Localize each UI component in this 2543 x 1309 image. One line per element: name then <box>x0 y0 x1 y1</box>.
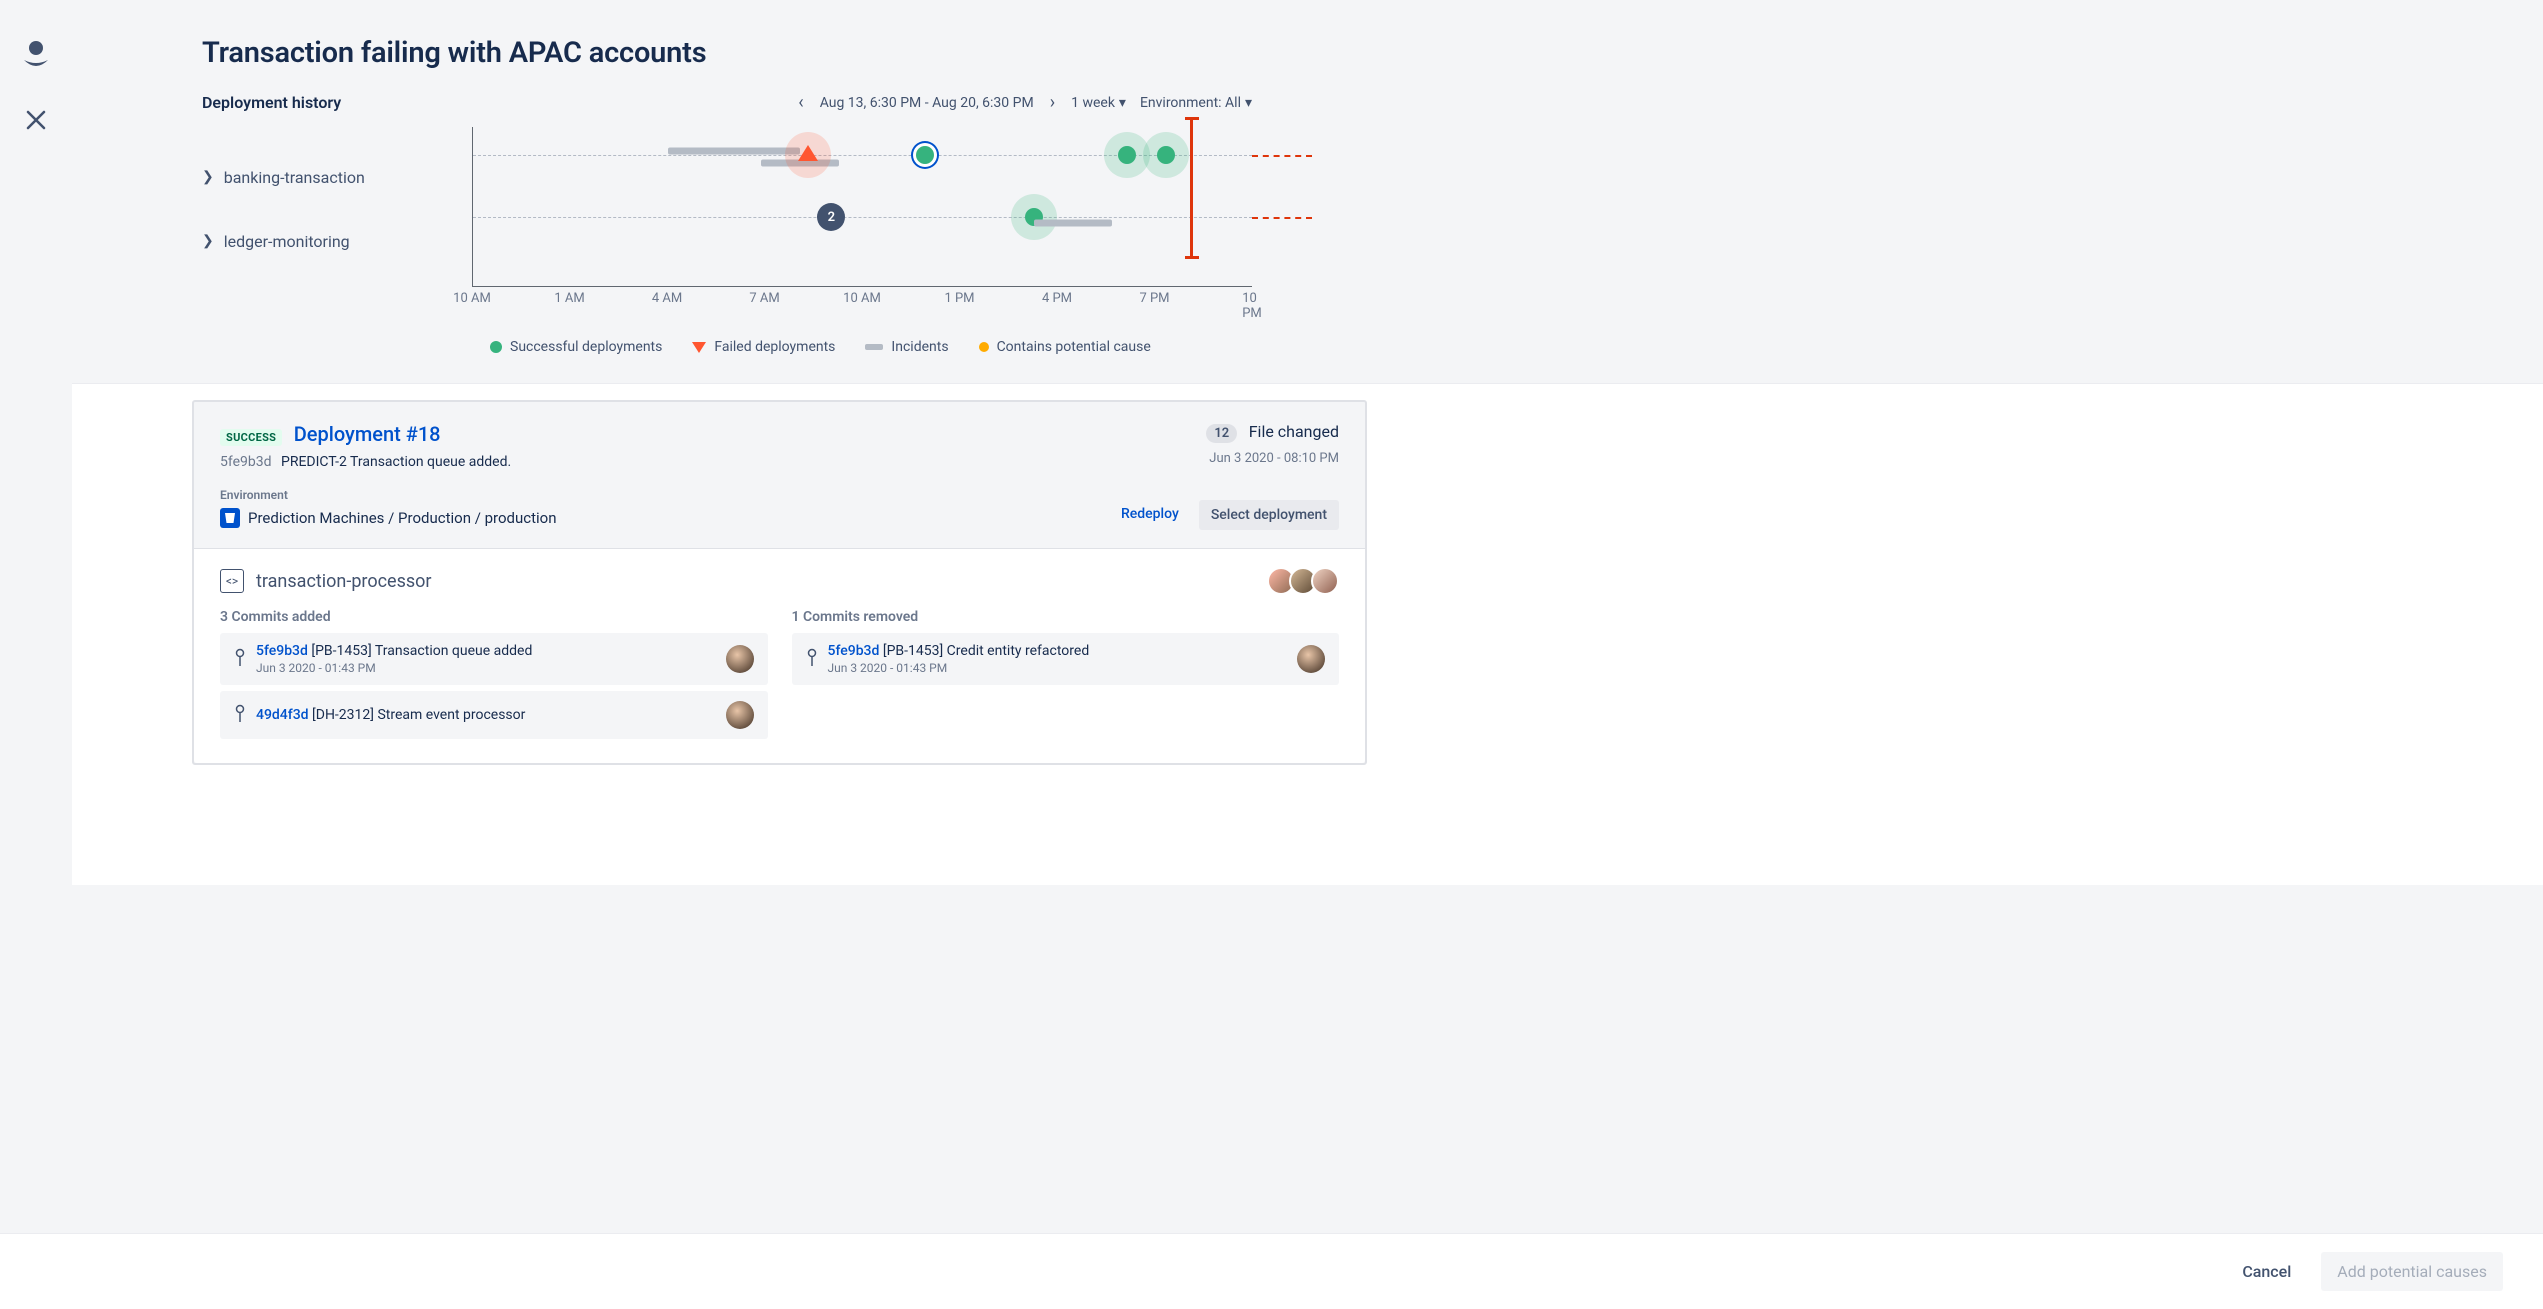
commit-row[interactable]: 5fe9b3d [PB-1453] Credit entity refactor… <box>792 633 1340 685</box>
commit-sha: 5fe9b3d <box>220 454 272 470</box>
repo-name[interactable]: transaction-processor <box>256 571 432 592</box>
deployment-timestamp: Jun 3 2020 - 08:10 PM <box>1111 451 1339 466</box>
chart-legend: Successful deployments Failed deployment… <box>490 339 1252 383</box>
deployment-marker[interactable] <box>1157 146 1175 164</box>
incident-bar-icon <box>865 344 883 350</box>
contributor-avatars[interactable] <box>1273 567 1339 595</box>
avatar <box>726 701 754 729</box>
deployment-cluster-count[interactable]: 2 <box>817 203 845 231</box>
redeploy-button[interactable]: Redeploy <box>1111 500 1189 530</box>
failed-triangle-icon <box>692 342 706 353</box>
select-deployment-button[interactable]: Select deployment <box>1199 500 1339 530</box>
avatar <box>1297 645 1325 673</box>
series-row-ledger[interactable]: ❯ ledger-monitoring <box>202 209 472 273</box>
commit-row[interactable]: 49d4f3d [DH-2312] Stream event processor <box>220 691 768 739</box>
environment-breadcrumb[interactable]: Prediction Machines / Production / produ… <box>248 509 557 527</box>
series-row-banking[interactable]: ❯ banking-transaction <box>202 145 472 209</box>
date-range[interactable]: Aug 13, 6:30 PM - Aug 20, 6:30 PM <box>820 95 1034 111</box>
files-changed-label: File changed <box>1249 422 1339 441</box>
commits-added-title: 3 Commits added <box>220 609 768 625</box>
failed-deployment-marker[interactable] <box>798 145 818 165</box>
chevron-right-icon: ❯ <box>202 169 214 185</box>
incident-bar[interactable] <box>668 148 800 155</box>
commit-row[interactable]: 5fe9b3d [PB-1453] Transaction queue adde… <box>220 633 768 685</box>
app-logo-icon[interactable] <box>22 40 50 76</box>
chevron-down-icon: ▾ <box>1245 95 1252 111</box>
success-dot-icon <box>490 341 502 353</box>
chevron-down-icon: ▾ <box>1119 95 1126 111</box>
commit-icon <box>234 704 246 726</box>
cause-dot-icon <box>979 342 989 352</box>
issue-key: PREDICT-2 <box>281 454 347 470</box>
code-repo-icon: <> <box>220 569 244 593</box>
deployment-detail-card: SUCCESS Deployment #18 5fe9b3d PREDICT-2… <box>192 400 1367 765</box>
environment-label: Environment <box>220 488 1111 502</box>
deployment-history-heading: Deployment history <box>202 93 341 112</box>
page-title: Transaction failing with APAC accounts <box>72 36 1252 70</box>
avatar <box>1311 567 1339 595</box>
deployment-marker[interactable] <box>1118 146 1136 164</box>
avatar <box>726 645 754 673</box>
commit-icon <box>806 648 818 670</box>
date-next-icon[interactable]: › <box>1048 92 1057 113</box>
deployment-timeline-chart[interactable]: 2 <box>472 127 1252 287</box>
add-potential-causes-button[interactable]: Add potential causes <box>2321 1252 2503 1291</box>
files-changed-count: 12 <box>1206 424 1237 443</box>
timespan-picker[interactable]: 1 week ▾ <box>1071 95 1126 111</box>
side-rail <box>0 0 72 1309</box>
footer-bar: Cancel Add potential causes <box>0 1233 2543 1309</box>
close-icon[interactable] <box>26 110 46 134</box>
time-axis: 10 AM 1 AM 4 AM 7 AM 10 AM 1 PM 4 PM 7 P… <box>472 291 1252 309</box>
deployment-marker-selected[interactable] <box>916 146 934 164</box>
incident-range-bracket <box>1190 117 1193 259</box>
deployment-link[interactable]: Deployment #18 <box>294 422 441 446</box>
commit-icon <box>234 648 246 670</box>
chevron-right-icon: ❯ <box>202 233 214 249</box>
environment-picker[interactable]: Environment: All ▾ <box>1140 95 1252 111</box>
bitbucket-icon <box>220 508 240 528</box>
incident-bar[interactable] <box>1034 220 1112 227</box>
status-badge: SUCCESS <box>220 429 282 446</box>
commits-removed-title: 1 Commits removed <box>792 609 1340 625</box>
cancel-button[interactable]: Cancel <box>2230 1254 2303 1289</box>
date-prev-icon[interactable]: ‹ <box>796 92 805 113</box>
